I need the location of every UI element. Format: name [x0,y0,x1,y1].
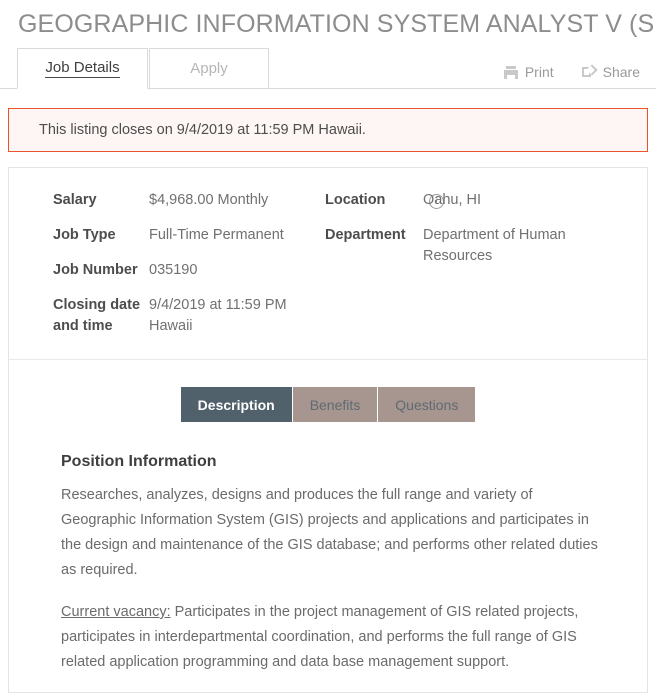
job-details-card: Salary $4,968.00 Monthly Job Type Full-T… [8,167,648,693]
field-location: Location i Oahu, HI [325,190,647,211]
field-salary-label: Salary [53,192,97,208]
field-job-type-label: Job Type [53,227,116,243]
current-vacancy-label: Current vacancy: [61,604,171,620]
print-button[interactable]: Print [503,64,554,80]
position-information-paragraph: Researches, analyzes, designs and produc… [61,487,598,578]
position-information-heading: Position Information [61,453,217,470]
share-icon [581,65,596,79]
job-summary-right-column: Location i Oahu, HI Department Departmen… [325,190,647,337]
field-closing-date-value: 9/4/2019 at 11:59 PM Hawaii [149,297,287,334]
content-segmented-control: Description Benefits Questions [9,360,647,422]
job-summary-section: Salary $4,968.00 Monthly Job Type Full-T… [9,168,647,359]
field-job-type: Job Type Full-Time Permanent [53,225,325,246]
tab-apply[interactable]: Apply [149,48,269,89]
field-closing-date: Closing date and time 9/4/2019 at 11:59 … [53,295,325,337]
field-location-value: Oahu, HI [423,192,482,208]
field-job-number-value: 035190 [149,262,198,278]
field-location-label: Location [325,192,386,208]
current-vacancy-paragraph: Current vacancy: Participates in the pro… [61,600,603,675]
description-panel: Position Information Researches, analyze… [9,422,647,675]
print-button-label: Print [524,64,554,80]
closing-alert-text: This listing closes on 9/4/2019 at 11:59… [39,122,366,138]
field-salary: Salary $4,968.00 Monthly [53,190,325,211]
field-job-number-label: Job Number [53,262,138,278]
page-title: GEOGRAPHIC INFORMATION SYSTEM ANALYST V … [18,10,656,38]
field-department: Department Department of Human Resources [325,225,647,267]
field-department-label: Department [325,227,406,243]
share-button-label: Share [602,64,640,80]
segment-questions[interactable]: Questions [378,387,476,422]
share-button[interactable]: Share [581,64,640,80]
closing-alert-banner: This listing closes on 9/4/2019 at 11:59… [8,108,648,152]
tab-actions: Print Share [503,64,640,80]
segment-description[interactable]: Description [180,387,292,422]
tab-apply-label: Apply [190,60,228,77]
field-department-value: Department of Human Resources [423,227,566,264]
field-location-label-group: Location i [325,190,444,211]
field-closing-date-label: Closing date and time [53,297,141,334]
tab-job-details-label: Job Details [45,59,120,78]
field-job-type-value: Full-Time Permanent [149,227,284,243]
segment-benefits[interactable]: Benefits [292,387,378,422]
tab-bar: Job Details Apply Print Share [0,48,656,89]
print-icon [503,65,518,79]
job-summary-left-column: Salary $4,968.00 Monthly Job Type Full-T… [9,190,325,337]
field-job-number: Job Number 035190 [53,260,325,281]
tab-job-details[interactable]: Job Details [17,48,148,89]
field-salary-value: $4,968.00 Monthly [149,192,269,208]
